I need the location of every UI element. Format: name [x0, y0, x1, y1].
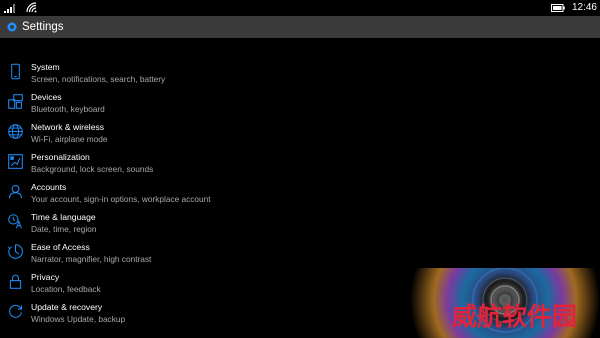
settings-item-accounts[interactable]: Accounts Your account, sign-in options, …	[0, 180, 300, 208]
item-subtitle: Screen, notifications, search, battery	[31, 74, 166, 84]
status-bar: 12:46	[0, 0, 600, 16]
item-subtitle: Date, time, region	[31, 224, 97, 234]
item-title: Time & language	[31, 212, 96, 222]
settings-item-devices[interactable]: Devices Bluetooth, keyboard	[0, 90, 300, 118]
time-language-icon	[8, 214, 22, 229]
settings-item-network-wireless[interactable]: Network & wireless Wi-Fi, airplane mode	[0, 120, 300, 148]
page-title: Settings	[22, 21, 64, 33]
settings-screen: 12:46 Settings System Screen, notificati…	[0, 0, 600, 338]
settings-item-time-language[interactable]: Time & language Date, time, region	[0, 210, 300, 238]
settings-item-update-recovery[interactable]: Update & recovery Windows Update, backup	[0, 300, 300, 328]
item-title: Network & wireless	[31, 122, 105, 132]
item-title: Privacy	[31, 272, 60, 282]
lock-icon	[9, 274, 22, 289]
item-title: System	[31, 62, 60, 72]
update-icon	[9, 304, 22, 318]
person-icon	[9, 185, 22, 199]
item-subtitle: Background, lock screen, sounds	[31, 164, 154, 174]
item-title: Ease of Access	[31, 242, 90, 252]
phone-icon	[11, 63, 20, 80]
item-subtitle: Your account, sign-in options, workplace…	[31, 194, 211, 204]
paintbrush-icon	[8, 154, 23, 169]
item-subtitle: Bluetooth, keyboard	[31, 104, 105, 114]
item-title: Devices	[31, 92, 62, 102]
devices-icon	[8, 94, 23, 109]
item-subtitle: Narrator, magnifier, high contrast	[31, 254, 152, 264]
wifi-icon	[26, 2, 37, 13]
clock: 12:46	[571, 2, 597, 13]
signal-icon	[4, 4, 15, 13]
battery-icon	[551, 4, 565, 12]
ease-of-access-icon	[7, 244, 23, 259]
item-subtitle: Location, feedback	[31, 284, 101, 294]
item-subtitle: Wi-Fi, airplane mode	[31, 134, 108, 144]
settings-item-system[interactable]: System Screen, notifications, search, ba…	[0, 60, 300, 88]
item-title: Accounts	[31, 182, 67, 192]
settings-item-ease-of-access[interactable]: Ease of Access Narrator, magnifier, high…	[0, 240, 300, 268]
item-subtitle: Windows Update, backup	[31, 314, 126, 324]
settings-item-personalization[interactable]: Personalization Background, lock screen,…	[0, 150, 300, 178]
gear-icon	[6, 21, 18, 33]
title-bar: Settings	[0, 16, 600, 38]
item-title: Update & recovery	[31, 302, 103, 312]
watermark: 威航软件园	[452, 302, 578, 331]
globe-icon	[8, 124, 23, 139]
item-title: Personalization	[31, 152, 90, 162]
settings-item-privacy[interactable]: Privacy Location, feedback	[0, 270, 300, 298]
